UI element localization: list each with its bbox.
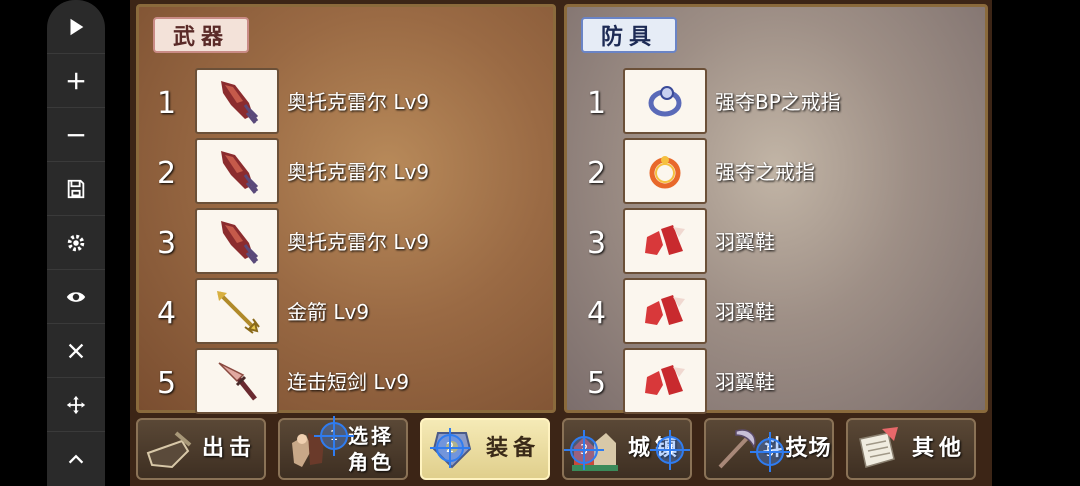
emulator-toolbar	[47, 0, 105, 486]
armor-row[interactable]: 2 强夺之戒指	[567, 138, 985, 204]
weapon-panel: 武器 1 奥托克雷尔 Lv9 2 奥托克雷尔 Lv9 3 奥托克雷尔 Lv9 4	[136, 4, 556, 414]
slot-number: 4	[587, 296, 607, 331]
slot-number: 5	[587, 366, 607, 401]
item-name: 羽翼鞋	[715, 230, 775, 254]
chevron-up-icon	[68, 454, 84, 464]
slot-number: 1	[587, 86, 607, 121]
item-name: 奥托克雷尔 Lv9	[287, 160, 430, 184]
blue-ring-icon	[623, 68, 707, 134]
item-name: 奥托克雷尔 Lv9	[287, 90, 430, 114]
armor-row[interactable]: 4 羽翼鞋	[567, 278, 985, 344]
nav-label-line: 选择	[348, 424, 394, 448]
touch-marker: 4	[650, 430, 690, 470]
weapon-row[interactable]: 5 连击短剑 Lv9	[139, 348, 553, 414]
minus-icon	[67, 133, 85, 136]
claw-weapon-icon	[195, 208, 279, 274]
save-icon	[67, 179, 85, 198]
play-icon	[70, 18, 84, 35]
item-name: 金箭 Lv9	[287, 300, 370, 324]
item-name: 连击短剑 Lv9	[287, 370, 410, 394]
touch-marker: 1	[314, 416, 354, 456]
armor-row[interactable]: 1 强夺BP之戒指	[567, 68, 985, 134]
weapon-row[interactable]: 2 奥托克雷尔 Lv9	[139, 138, 553, 204]
close-button[interactable]	[47, 324, 105, 378]
slot-number: 2	[157, 156, 177, 191]
arena-button[interactable]: 斗技场 5	[704, 418, 834, 480]
touch-marker: 5	[750, 432, 790, 472]
dagger-icon	[195, 348, 279, 414]
armor-panel: 防具 1 强夺BP之戒指 2 强夺之戒指 3 羽翼鞋 4 羽翼鞋 5 羽翼鞋	[564, 4, 988, 414]
view-button[interactable]	[47, 270, 105, 324]
item-name: 羽翼鞋	[715, 300, 775, 324]
red-boots-icon	[623, 278, 707, 344]
armor-panel-title: 防具	[581, 17, 678, 53]
slot-number: 3	[157, 226, 177, 261]
touch-marker: 2	[430, 428, 470, 468]
town-button[interactable]: 城镇 3 4	[562, 418, 692, 480]
scroll-quill-icon	[859, 427, 898, 468]
nav-label: 装备	[485, 436, 540, 461]
scythe-icon	[718, 429, 756, 469]
item-name: 羽翼鞋	[715, 370, 775, 394]
play-button[interactable]	[47, 0, 105, 54]
nav-label-line: 角色	[348, 450, 394, 474]
other-button[interactable]: 其他	[846, 418, 976, 480]
slot-number: 4	[157, 296, 177, 331]
nav-label: 其他	[911, 436, 966, 461]
slot-number: 5	[157, 366, 177, 401]
slot-number: 3	[587, 226, 607, 261]
red-boots-icon	[623, 348, 707, 414]
gold-ring-icon	[623, 138, 707, 204]
equipment-button[interactable]: 装备 2	[420, 418, 550, 480]
item-name: 强夺BP之戒指	[715, 90, 841, 114]
weapon-row[interactable]: 3 奥托克雷尔 Lv9	[139, 208, 553, 274]
select-character-button[interactable]: 选择 角色 1	[278, 416, 408, 480]
armor-row[interactable]: 5 羽翼鞋	[567, 348, 985, 414]
slot-number: 2	[587, 156, 607, 191]
eye-icon	[66, 291, 86, 302]
move-icon	[66, 395, 86, 414]
weapon-panel-title: 武器	[153, 17, 250, 53]
touch-marker: 3	[564, 430, 604, 470]
gear-icon	[67, 234, 85, 251]
item-name: 强夺之戒指	[715, 160, 815, 184]
collapse-button[interactable]	[47, 432, 105, 486]
close-icon	[68, 343, 84, 358]
save-button[interactable]	[47, 162, 105, 216]
golden-arrow-icon	[195, 278, 279, 344]
sortie-button[interactable]: 出击	[136, 418, 266, 480]
item-name: 奥托克雷尔 Lv9	[287, 230, 430, 254]
zoom-out-button[interactable]	[47, 108, 105, 162]
plus-icon	[67, 72, 85, 89]
weapon-row[interactable]: 4 金箭 Lv9	[139, 278, 553, 344]
weapon-row[interactable]: 1 奥托克雷尔 Lv9	[139, 68, 553, 134]
zoom-in-button[interactable]	[47, 54, 105, 108]
slot-number: 1	[157, 86, 177, 121]
move-button[interactable]	[47, 378, 105, 432]
nav-label: 出击	[201, 436, 256, 461]
boot-kick-icon	[146, 431, 192, 469]
claw-weapon-icon	[195, 68, 279, 134]
claw-weapon-icon	[195, 138, 279, 204]
red-boots-icon	[623, 208, 707, 274]
bottom-nav: 出击 选择 角色 1 装备 2 城镇 3 4 斗技场 5 其他	[136, 416, 988, 482]
armor-row[interactable]: 3 羽翼鞋	[567, 208, 985, 274]
settings-button[interactable]	[47, 216, 105, 270]
game-screen: 武器 1 奥托克雷尔 Lv9 2 奥托克雷尔 Lv9 3 奥托克雷尔 Lv9 4	[130, 0, 992, 486]
